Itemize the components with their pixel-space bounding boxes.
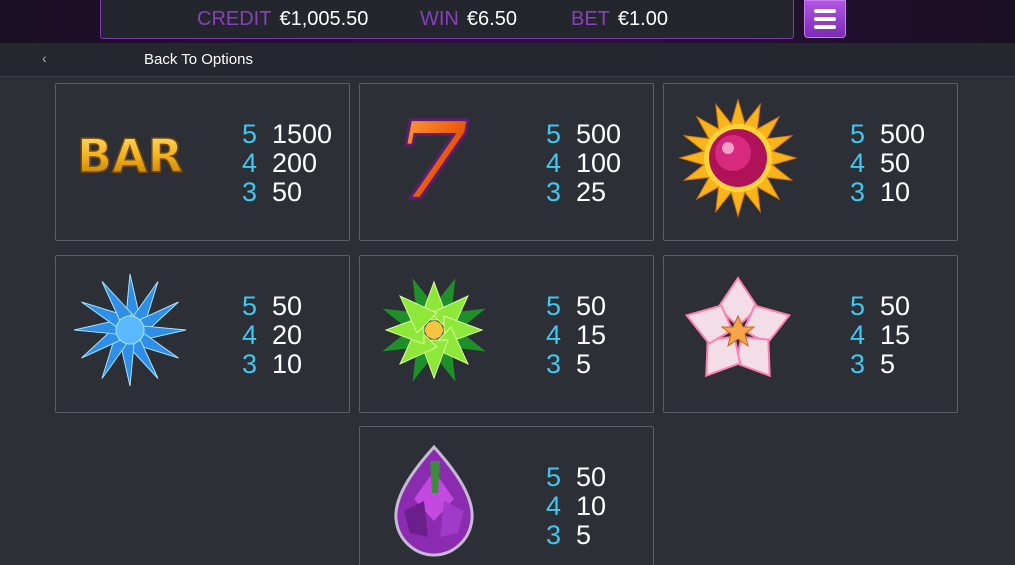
pay-list: 5 500 4 100 3 25	[546, 120, 621, 207]
paytable-card-sunflower: 5 500 4 50 3 10	[663, 83, 958, 241]
pay-row: 3 50	[242, 177, 303, 207]
win-display: WIN €6.50	[420, 8, 517, 31]
pay-row: 5 50	[850, 291, 911, 321]
green-crystal-flower-icon	[382, 278, 486, 382]
menu-button[interactable]	[804, 0, 846, 38]
pay-list: 5 50 4 15 35	[850, 292, 910, 379]
pay-list: 5 50 4 20 3 10	[242, 292, 302, 379]
purple-crystal-bud-icon	[394, 444, 474, 557]
pay-row: 5 50	[242, 291, 303, 321]
pay-row: 3 10	[850, 177, 911, 207]
pay-row: 5 1500	[242, 119, 333, 149]
pay-row: 4 50	[850, 148, 911, 178]
pay-row: 5 500	[546, 119, 622, 149]
sunflower-gem-icon	[678, 98, 798, 218]
pay-row: 35	[546, 520, 592, 550]
chevron-left-icon[interactable]: ‹	[42, 50, 47, 66]
bet-value: €1.00	[617, 8, 668, 30]
credit-label: CREDIT	[197, 8, 272, 30]
pay-list: 5 500 4 50 3 10	[850, 120, 925, 207]
paytable-card-bar: BAR 5 1500 4 200 3 50	[55, 83, 350, 241]
pink-crystal-flower-icon	[684, 276, 792, 378]
back-to-options-link[interactable]: Back To Options	[144, 51, 253, 68]
paytable-card-pink-flower: 5 50 4 15 35	[663, 255, 958, 413]
pay-list: 5 1500 4 200 3 50	[242, 120, 332, 207]
pay-row: 4 200	[242, 148, 318, 178]
pay-row: 35	[546, 349, 592, 379]
bet-display: BET €1.00	[571, 8, 668, 31]
pay-row: 35	[850, 349, 896, 379]
bet-label: BET	[571, 8, 610, 30]
pay-row: 4 20	[242, 320, 303, 350]
seven-symbol-text: 7	[394, 98, 469, 218]
paytable-card-seven: 7 5 500 4 100 3 25	[359, 83, 654, 241]
credit-value: €1,005.50	[279, 8, 369, 30]
pay-row: 4 100	[546, 148, 622, 178]
pay-list: 5 50 4 10 35	[546, 463, 606, 550]
blue-crystal-flower-icon	[73, 273, 187, 387]
pay-list: 5 50 4 15 35	[546, 292, 606, 379]
pay-row: 3 10	[242, 349, 303, 379]
win-value: €6.50	[466, 8, 517, 30]
bar-icon: BAR	[76, 128, 184, 184]
pay-row: 3 25	[546, 177, 607, 207]
pay-row: 5 50	[546, 291, 607, 321]
paytable-card-purple-bud: 5 50 4 10 35	[359, 426, 654, 565]
seven-icon: 7	[393, 98, 471, 218]
pay-row: 4 15	[850, 320, 911, 350]
credit-display: CREDIT €1,005.50	[197, 8, 368, 31]
pay-row: 5 500	[850, 119, 926, 149]
win-label: WIN	[420, 8, 459, 30]
hamburger-icon	[814, 9, 836, 13]
pay-row: 5 50	[546, 462, 607, 492]
paytable-card-blue-flower: 5 50 4 20 3 10	[55, 255, 350, 413]
balance-bar: CREDIT €1,005.50 WIN €6.50 BET €1.00	[100, 0, 794, 39]
paytable-card-green-flower: 5 50 4 15 35	[359, 255, 654, 413]
pay-row: 4 10	[546, 491, 607, 521]
pay-row: 4 15	[546, 320, 607, 350]
bar-symbol-text: BAR	[77, 129, 183, 183]
